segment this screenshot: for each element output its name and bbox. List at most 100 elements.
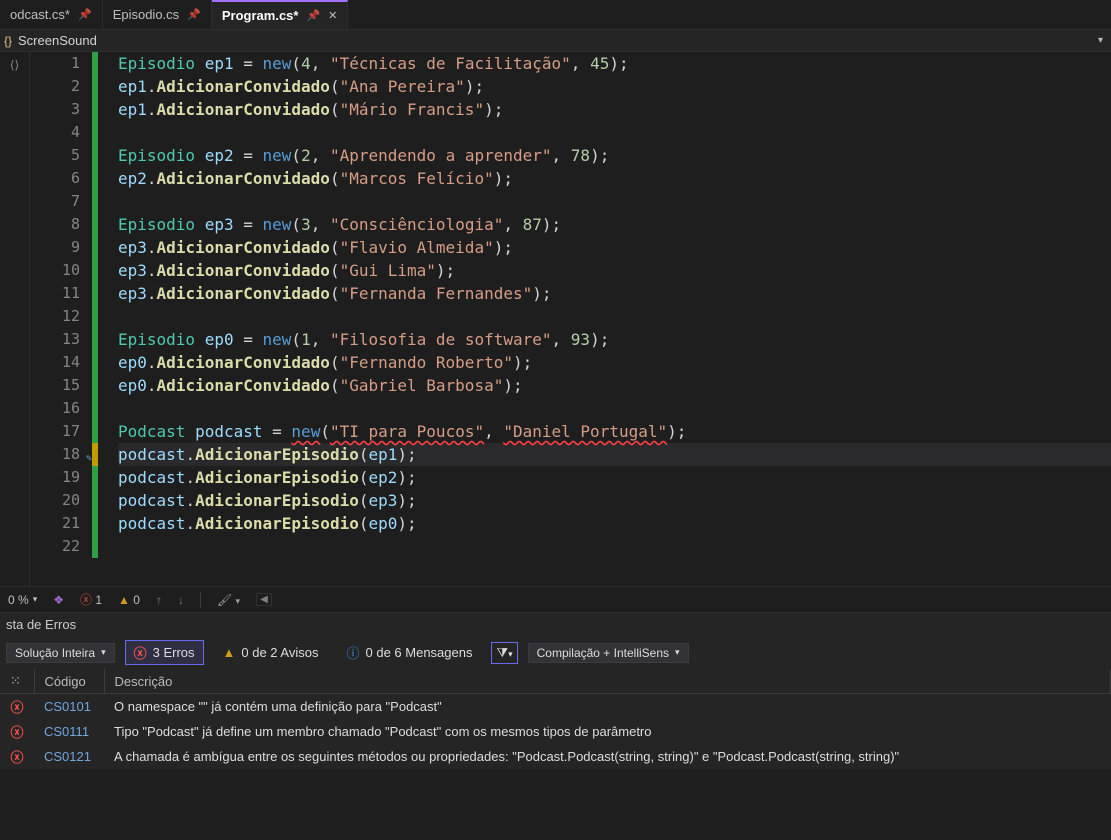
token: ep0 bbox=[118, 376, 147, 395]
line-number: 7 bbox=[30, 190, 80, 213]
line-number: 5 bbox=[30, 144, 80, 167]
info-icon[interactable]: ❖ bbox=[53, 593, 64, 607]
token: ( bbox=[291, 215, 301, 234]
line-number: 15 bbox=[30, 374, 80, 397]
code-line[interactable]: ep3.AdicionarConvidado("Gui Lima"); bbox=[118, 259, 1111, 282]
token: ep2 bbox=[118, 169, 147, 188]
token: ep3 bbox=[118, 261, 147, 280]
token: AdicionarConvidado bbox=[157, 353, 330, 372]
scroll-left-icon[interactable]: ◀ bbox=[256, 593, 272, 606]
token: Podcast bbox=[118, 422, 185, 441]
warning-icon: ▲ bbox=[118, 593, 130, 607]
token bbox=[195, 146, 205, 165]
token: "Técnicas de Facilitação" bbox=[330, 54, 571, 73]
code-line[interactable] bbox=[118, 121, 1111, 144]
code-line[interactable]: Episodio ep1 = new(4, "Técnicas de Facil… bbox=[118, 52, 1111, 75]
code-line[interactable]: Episodio ep2 = new(2, "Aprendendo a apre… bbox=[118, 144, 1111, 167]
token: AdicionarConvidado bbox=[157, 169, 330, 188]
messages-filter-label: 0 de 6 Mensagens bbox=[366, 645, 473, 660]
code-editor[interactable]: ⟨⟩ 123456789101112131415161718✎19202122 … bbox=[0, 52, 1111, 586]
error-count[interactable]: ⓧ 1 bbox=[80, 591, 102, 608]
nav-down-icon[interactable]: ↓ bbox=[178, 593, 184, 607]
code-line[interactable]: ep0.AdicionarConvidado("Fernando Roberto… bbox=[118, 351, 1111, 374]
line-number: 18✎ bbox=[30, 443, 80, 466]
token: new bbox=[263, 215, 292, 234]
token: ep3 bbox=[118, 284, 147, 303]
build-combo-label: Compilação + IntelliSens bbox=[537, 646, 669, 660]
tab-odcast[interactable]: odcast.cs* 📌 bbox=[0, 0, 103, 29]
error-row[interactable]: ⓧCS0121A chamada é ambígua entre os segu… bbox=[0, 744, 1111, 769]
line-number: 22 bbox=[30, 535, 80, 558]
token: ); bbox=[397, 445, 416, 464]
token: 2 bbox=[301, 146, 311, 165]
col-icon[interactable]: ⁙ bbox=[0, 669, 34, 694]
token: ( bbox=[330, 169, 340, 188]
token: ); bbox=[532, 284, 551, 303]
code-line[interactable]: podcast.AdicionarEpisodio(ep0); bbox=[118, 512, 1111, 535]
code-line[interactable]: Episodio ep0 = new(1, "Filosofia de soft… bbox=[118, 328, 1111, 351]
code-line[interactable] bbox=[118, 397, 1111, 420]
code-line[interactable] bbox=[118, 190, 1111, 213]
code-line[interactable]: ep2.AdicionarConvidado("Marcos Felício")… bbox=[118, 167, 1111, 190]
code-line[interactable]: ep1.AdicionarConvidado("Ana Pereira"); bbox=[118, 75, 1111, 98]
tab-bar: odcast.cs* 📌 Episodio.cs 📌 Program.cs* 📌… bbox=[0, 0, 1111, 30]
warning-count[interactable]: ▲ 0 bbox=[118, 593, 140, 607]
tab-episodio[interactable]: Episodio.cs 📌 bbox=[103, 0, 212, 29]
nav-up-icon[interactable]: ↑ bbox=[156, 593, 162, 607]
line-number: 20 bbox=[30, 489, 80, 512]
chevron-down-icon[interactable]: ▾ bbox=[33, 594, 38, 605]
tab-program[interactable]: Program.cs* 📌 ✕ bbox=[212, 0, 349, 29]
code-line[interactable]: ep3.AdicionarConvidado("Flavio Almeida")… bbox=[118, 236, 1111, 259]
filter-toggle-button[interactable]: ⧩▾ bbox=[491, 642, 517, 664]
token: ep2 bbox=[205, 146, 234, 165]
scope-label: Solução Inteira bbox=[15, 646, 95, 660]
pin-icon[interactable]: 📌 bbox=[306, 9, 320, 22]
line-number: 12 bbox=[30, 305, 80, 328]
col-code[interactable]: Código bbox=[34, 669, 104, 694]
collapse-icon[interactable]: ⟨⟩ bbox=[10, 58, 19, 72]
code-line[interactable]: Episodio ep3 = new(3, "Consciênciologia"… bbox=[118, 213, 1111, 236]
errors-filter[interactable]: ⓧ 3 Erros bbox=[125, 640, 204, 665]
breadcrumb-namespace[interactable]: ScreenSound bbox=[18, 33, 97, 48]
col-desc[interactable]: Descrição bbox=[104, 669, 1111, 694]
info-icon: ⓘ bbox=[346, 643, 359, 662]
warning-icon: ▲ bbox=[223, 645, 236, 660]
brush-icon[interactable]: 🖌 ▾ bbox=[217, 593, 240, 607]
token: "Daniel Portugal" bbox=[503, 422, 667, 441]
pin-icon[interactable]: 📌 bbox=[78, 8, 92, 21]
code-line[interactable]: podcast.AdicionarEpisodio(ep3); bbox=[118, 489, 1111, 512]
messages-filter[interactable]: ⓘ 0 de 6 Mensagens bbox=[337, 640, 481, 665]
code-line[interactable] bbox=[118, 305, 1111, 328]
error-row[interactable]: ⓧCS0101O namespace "" já contém uma defi… bbox=[0, 694, 1111, 720]
error-filter-bar: Solução Inteira ▾ ⓧ 3 Erros ▲ 0 de 2 Avi… bbox=[0, 636, 1111, 669]
token: . bbox=[147, 238, 157, 257]
token: , bbox=[311, 215, 330, 234]
error-row[interactable]: ⓧCS0111Tipo "Podcast" já define um membr… bbox=[0, 719, 1111, 744]
build-source-dropdown[interactable]: Compilação + IntelliSens ▾ bbox=[528, 643, 689, 663]
code-line[interactable]: ep3.AdicionarConvidado("Fernanda Fernand… bbox=[118, 282, 1111, 305]
code-line[interactable]: ep1.AdicionarConvidado("Mário Francis"); bbox=[118, 98, 1111, 121]
code-area[interactable]: Episodio ep1 = new(4, "Técnicas de Facil… bbox=[98, 52, 1111, 586]
pin-icon[interactable]: 📌 bbox=[187, 8, 201, 21]
code-line[interactable] bbox=[118, 535, 1111, 558]
scope-dropdown[interactable]: Solução Inteira ▾ bbox=[6, 643, 115, 663]
code-line[interactable]: podcast.AdicionarEpisodio(ep2); bbox=[118, 466, 1111, 489]
token: "Mário Francis" bbox=[340, 100, 485, 119]
warnings-filter[interactable]: ▲ 0 de 2 Avisos bbox=[214, 642, 328, 663]
token: ( bbox=[320, 422, 330, 441]
token: ep2 bbox=[368, 468, 397, 487]
token: "Ana Pereira" bbox=[340, 77, 465, 96]
error-description: A chamada é ambígua entre os seguintes m… bbox=[104, 744, 1111, 769]
token: , bbox=[311, 54, 330, 73]
token: new bbox=[263, 146, 292, 165]
code-line[interactable]: Podcast podcast = new("TI para Poucos", … bbox=[118, 420, 1111, 443]
code-line[interactable]: ep0.AdicionarConvidado("Gabriel Barbosa"… bbox=[118, 374, 1111, 397]
code-line[interactable]: podcast.AdicionarEpisodio(ep1); bbox=[118, 443, 1111, 466]
close-icon[interactable]: ✕ bbox=[328, 9, 337, 22]
breadcrumb-bar: {} ScreenSound ▾ bbox=[0, 30, 1111, 52]
zoom-level[interactable]: 0 % ▾ bbox=[8, 593, 37, 607]
token: "Flavio Almeida" bbox=[340, 238, 494, 257]
chevron-down-icon[interactable]: ▾ bbox=[1098, 35, 1103, 46]
token: ( bbox=[330, 261, 340, 280]
token: , bbox=[484, 422, 503, 441]
